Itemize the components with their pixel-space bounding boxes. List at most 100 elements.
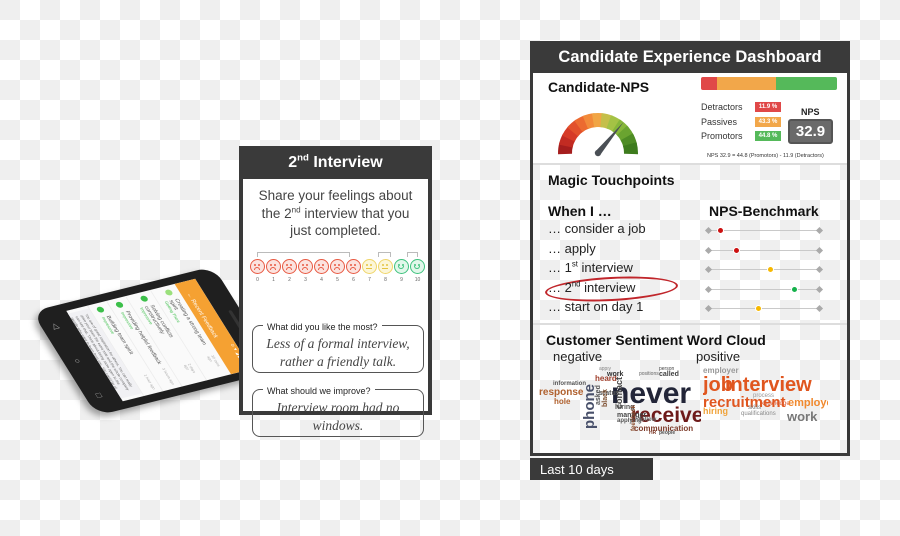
benchmark-dot [716, 227, 724, 234]
rating-number: 4 [320, 277, 323, 283]
status-dot-icon [163, 288, 174, 297]
nps-heading: Candidate-NPS [548, 79, 650, 95]
time-range-label[interactable]: Last 10 days [530, 458, 653, 480]
sad-face-icon[interactable] [346, 259, 361, 274]
card-body: Share your feelings about the 2nd interv… [243, 179, 428, 437]
nps-bar-segment-promotors [776, 77, 837, 90]
rating-number: 1 [272, 277, 275, 283]
interview-feedback-card: 2nd Interview Share your feelings about … [239, 146, 432, 437]
nps-row-promotors: Promotors 44.8 % [701, 129, 781, 144]
rating-number: 0 [256, 277, 259, 283]
liked-most-answer-line-1: Less of a formal interview, [266, 336, 410, 351]
benchmark-min-marker [704, 285, 713, 293]
nav-home-icon[interactable]: ○ [71, 358, 82, 364]
touchpoints-heading: Magic Touchpoints [548, 172, 675, 188]
nps-bar-segment-passives [717, 77, 777, 90]
sad-face-icon[interactable] [250, 259, 265, 274]
when-column-header: When I … [548, 203, 612, 219]
benchmark-max-marker [815, 304, 824, 313]
card-title-number: 2 [288, 154, 298, 171]
status-dot-icon [139, 295, 150, 303]
rating-number: 3 [304, 277, 307, 283]
nps-row-badge: 43.3 % [755, 116, 781, 127]
cloud-word: skills [748, 405, 761, 411]
nps-distribution-bar [701, 77, 837, 90]
nps-row-label: Detractors [701, 102, 743, 113]
nps-breakdown: Detractors 11.9 % Passives 43.3 % Promotor… [701, 100, 781, 144]
benchmark-column-header: NPS-Benchmark [709, 203, 819, 219]
benchmark-min-marker [704, 304, 713, 313]
status-dot-icon [95, 306, 106, 314]
benchmark-track [704, 226, 824, 235]
rating-number: 9 [400, 277, 403, 283]
cloud-word: hole [554, 397, 571, 406]
happy-face-icon[interactable] [410, 259, 425, 274]
candidate-experience-dashboard: Candidate Experience Dashboard Candidate… [530, 41, 850, 456]
cloud-word: person [659, 367, 675, 372]
liked-most-answer-line-2: rather a friendly talk. [279, 354, 397, 369]
benchmark-max-marker [815, 285, 824, 293]
negative-word-cloud: neverreceivedphoneresponsecommunicationh… [539, 367, 701, 435]
nav-back-icon[interactable]: ◁ [49, 322, 61, 330]
nps-score-label: NPS [801, 107, 820, 117]
positive-label: positive [696, 349, 741, 364]
nps-row-label: Promotors [701, 131, 743, 142]
positive-word-cloud: jobinterviewrecruitmentemployeeworkhirin… [703, 367, 828, 435]
nps-row-badge: 11.9 % [755, 102, 781, 113]
cloud-word: qualifications [741, 411, 776, 417]
nps-row-label: Passives [701, 116, 738, 127]
liked-most-box[interactable]: What did you like the most? Less of a fo… [252, 318, 424, 373]
cloud-word: employer [703, 367, 739, 375]
rating-number: 5 [336, 277, 339, 283]
rating-number: 6 [352, 277, 355, 283]
cloud-word: people [659, 430, 676, 436]
neutral-face-icon[interactable] [378, 259, 393, 274]
sad-face-icon[interactable] [330, 259, 345, 274]
rating-number: 2 [288, 277, 291, 283]
benchmark-track [704, 285, 824, 293]
nps-section: Candidate-NPS Detractors 11.9 % Passives … [533, 73, 847, 165]
word-cloud-section: Customer Sentiment Word Cloud negative p… [533, 327, 847, 453]
benchmark-track [704, 304, 824, 313]
prompt-line-2: the 2nd interview that you [261, 205, 410, 221]
neutral-face-icon[interactable] [362, 259, 377, 274]
cloud-word: called [659, 371, 679, 378]
rating-number: 8 [384, 277, 387, 283]
sad-face-icon[interactable] [298, 259, 313, 274]
feedback-time: 2 days ago [182, 363, 197, 374]
prompt-line-3: just completed. [290, 223, 381, 238]
touchpoint-label: … start on day 1 [548, 299, 644, 314]
cloud-word: applying [617, 418, 642, 424]
benchmark-min-marker [704, 226, 713, 235]
card-prompt: Share your feelings about the 2nd interv… [243, 179, 428, 240]
improve-box[interactable]: What should we improve? Interview room h… [252, 382, 424, 437]
gauge-hub [594, 149, 602, 157]
happy-face-icon[interactable] [394, 259, 409, 274]
sad-face-icon[interactable] [282, 259, 297, 274]
rating-scale: 0 1 2 3 4 5 6 7 8 9 10 [250, 252, 426, 283]
cloud-word: employee [788, 397, 828, 409]
nps-formula: NPS 32.9 = 44.8 (Promotors) - 11.9 (Detr… [707, 153, 824, 159]
benchmark-max-marker [815, 246, 824, 254]
benchmark-max-marker [815, 226, 824, 235]
cloud-word: HR [649, 430, 657, 436]
liked-most-label: What did you like the most? [263, 318, 382, 336]
cloud-word: black [602, 389, 609, 407]
touchpoint-label: … consider a job [548, 221, 646, 236]
nps-row-passives: Passives 43.3 % [701, 115, 781, 130]
nps-row-badge: 44.8 % [755, 131, 781, 142]
cloud-word: interview [725, 374, 812, 396]
nps-gauge [558, 113, 638, 157]
word-cloud-heading: Customer Sentiment Word Cloud [546, 332, 766, 348]
status-dot-icon [114, 301, 125, 309]
sad-group-bracket [257, 252, 350, 257]
dashboard-title: Candidate Experience Dashboard [530, 41, 850, 73]
sad-face-icon[interactable] [266, 259, 281, 274]
improve-label: What should we improve? [263, 382, 375, 400]
cloud-word: hiring [703, 406, 728, 416]
sad-face-icon[interactable] [314, 259, 329, 274]
cloud-word: work [607, 371, 624, 378]
nps-score: 32.9 [788, 119, 833, 144]
nav-recents-icon[interactable]: □ [93, 392, 104, 398]
benchmark-track [704, 246, 824, 254]
